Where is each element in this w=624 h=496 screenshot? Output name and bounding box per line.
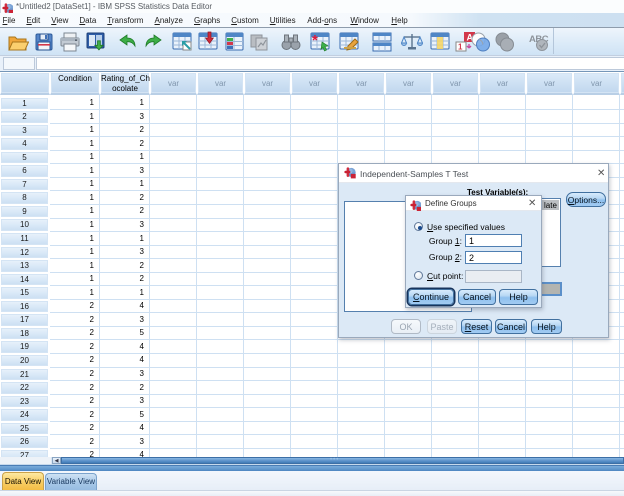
svg-text:1: 1 [458, 43, 463, 52]
svg-text:*: * [312, 32, 318, 49]
